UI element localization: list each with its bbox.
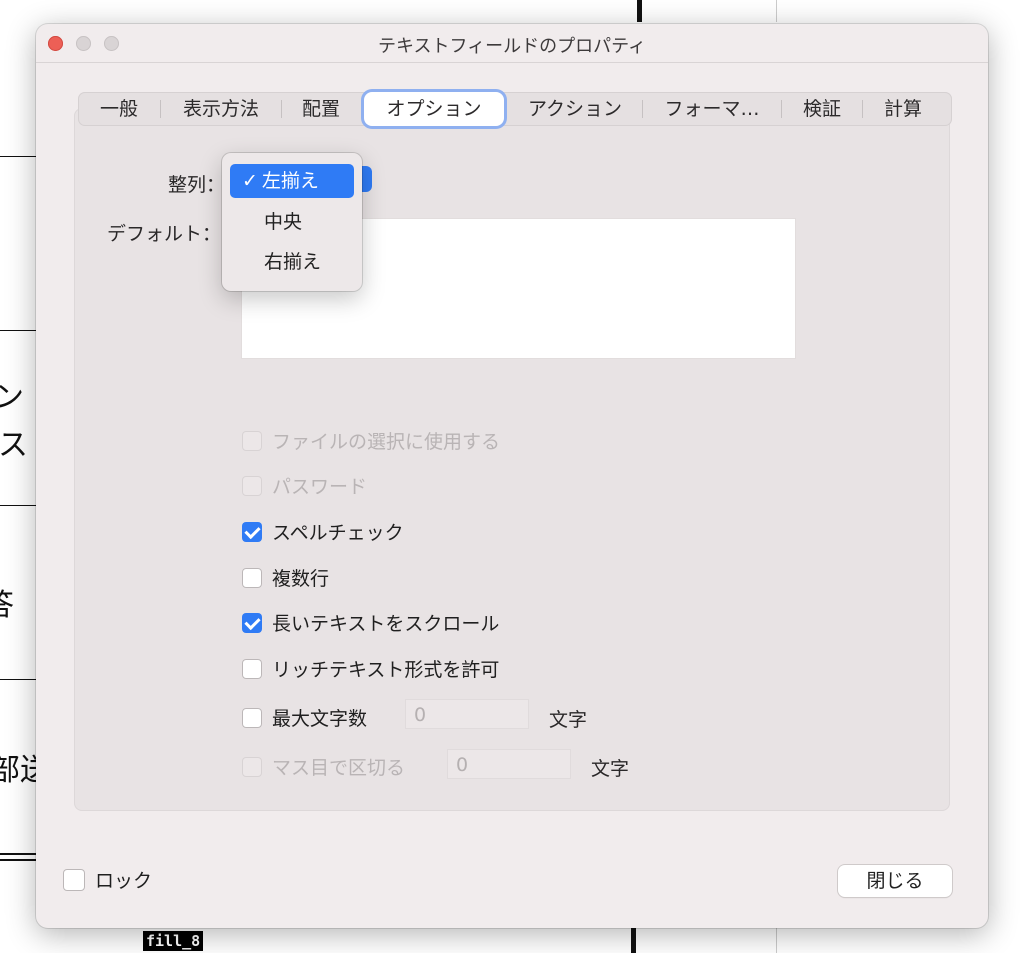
bg-horizontal-line [0,679,36,680]
comb-label: マス目で区切る [272,757,406,779]
spell-check-label: スペルチェック [272,522,404,544]
rich-text-checkbox[interactable] [242,658,262,679]
form-field-tag: fill_8 [143,931,204,951]
alignment-dropdown-menu: ✓ 左揃え 中央 右揃え [222,153,362,291]
rich-text-option[interactable]: リッチテキスト形式を許可 [242,655,499,682]
bg-text-fragment: ン [0,380,24,415]
file-select-option: ファイルの選択に使用する [242,427,500,454]
bg-horizontal-line [0,853,36,855]
file-select-checkbox [242,430,262,451]
bg-text-fragment: ス [0,428,28,463]
menu-item-left-align[interactable]: ✓ 左揃え [230,164,354,198]
multiline-checkbox[interactable] [242,567,262,588]
bg-vertical-line [776,0,777,22]
comb-checkbox [242,756,262,777]
menu-item-label: 左揃え [261,170,319,192]
properties-dialog: テキストフィールドのプロパティ 一般 表示方法 配置 オプション アクション フ… [36,24,988,928]
tab-validate[interactable]: 検証 [782,92,862,126]
tab-appearance[interactable]: 表示方法 [161,92,281,126]
bg-vertical-line [776,928,777,953]
comb-unit: 文字 [591,758,630,780]
password-checkbox [242,475,262,496]
checkmark-icon: ✓ [242,170,258,192]
password-option: パスワード [242,472,367,499]
multiline-option[interactable]: 複数行 [242,564,329,591]
comb-input: 0 [447,749,571,779]
bg-vertical-line [637,0,642,22]
close-button[interactable]: 閉じる [838,865,952,897]
lock-label: ロック [95,870,153,892]
spell-check-option[interactable]: スペルチェック [242,518,404,545]
tab-options[interactable]: オプション [364,92,504,126]
title-bar: テキストフィールドのプロパティ [36,24,988,63]
multiline-label: 複数行 [272,568,330,590]
tab-actions[interactable]: アクション [508,92,642,126]
default-value-label: デフォルト： [107,223,222,245]
password-label: パスワード [272,476,368,498]
bg-text-fragment: 答 [0,580,14,624]
tab-format[interactable]: フォーマ… [643,92,781,126]
spell-check-checkbox[interactable] [242,521,262,542]
max-chars-input: 0 [405,699,529,729]
tab-bar: 一般 表示方法 配置 オプション アクション フォーマ… 検証 計算 [78,92,952,126]
scroll-long-text-label: 長いテキストをスクロール [272,613,500,635]
bg-horizontal-line [0,156,36,157]
bg-horizontal-line [0,859,36,861]
menu-item-right-align[interactable]: 右揃え [230,245,354,279]
comb-option: マス目で区切る [242,753,405,780]
max-chars-unit: 文字 [549,709,588,731]
scroll-long-text-checkbox[interactable] [242,612,262,633]
alignment-label: 整列： [168,174,226,196]
tab-general[interactable]: 一般 [78,92,160,126]
scroll-long-text-option[interactable]: 長いテキストをスクロール [242,609,499,636]
lock-option[interactable]: ロック [63,866,152,893]
menu-item-center[interactable]: 中央 [230,205,354,239]
bg-horizontal-line [0,505,36,506]
bg-horizontal-line [0,330,36,331]
rich-text-label: リッチテキスト形式を許可 [272,659,500,681]
lock-checkbox[interactable] [63,868,85,891]
tab-position[interactable]: 配置 [282,92,360,126]
max-chars-label: 最大文字数 [272,708,368,730]
tab-calculate[interactable]: 計算 [863,92,943,126]
bg-vertical-line [631,928,636,953]
max-chars-option[interactable]: 最大文字数 [242,704,367,731]
max-chars-checkbox[interactable] [242,707,262,728]
file-select-label: ファイルの選択に使用する [272,431,501,453]
window-title: テキストフィールドのプロパティ [377,36,647,57]
